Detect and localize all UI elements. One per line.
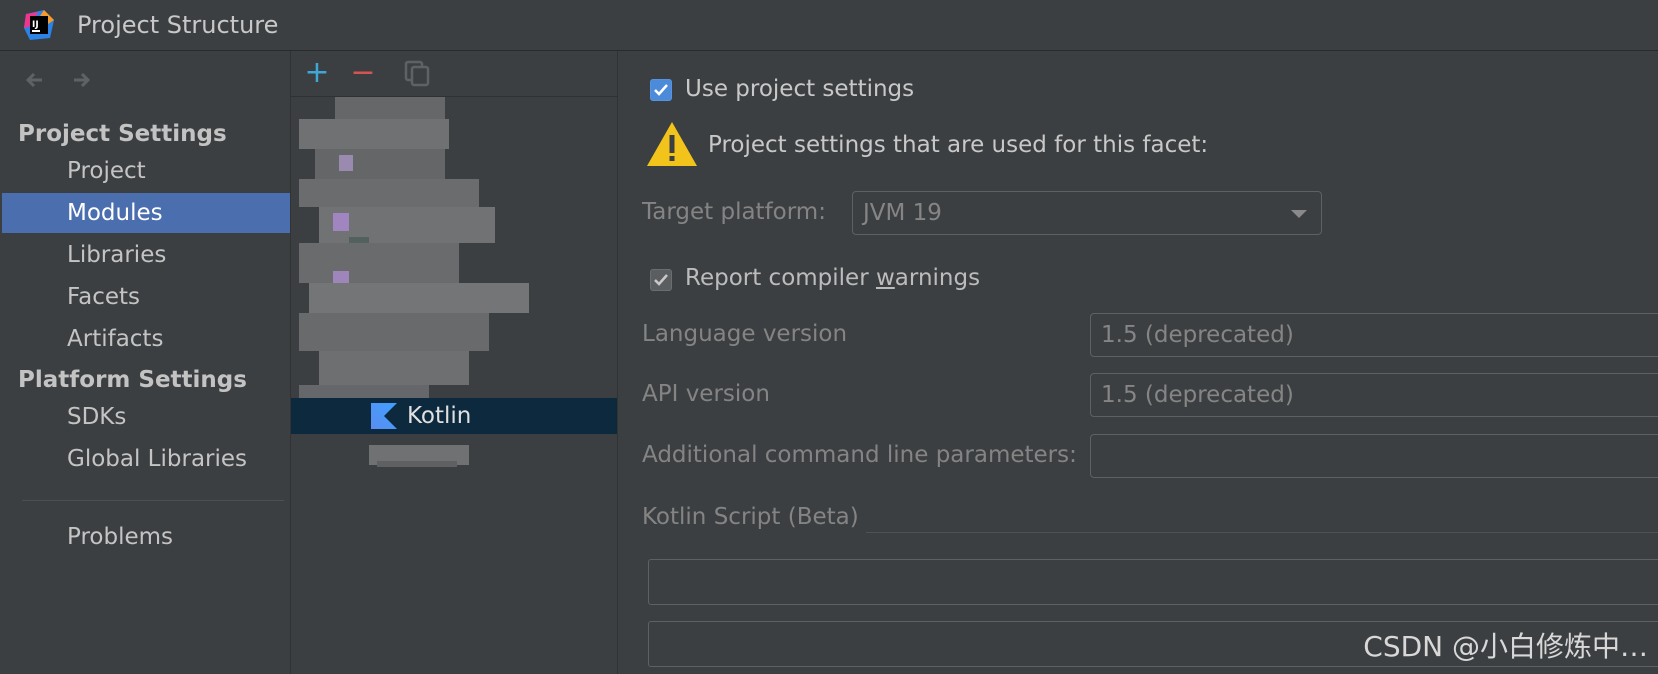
tree-toolbar: + − bbox=[291, 51, 617, 97]
language-version-value: 1.5 (deprecated) bbox=[1101, 322, 1294, 348]
kotlin-icon bbox=[371, 403, 397, 429]
section-header-project-settings: Project Settings bbox=[18, 121, 227, 147]
target-platform-select[interactable]: JVM 19 bbox=[852, 191, 1322, 235]
additional-params-label: Additional command line parameters: bbox=[642, 442, 1077, 468]
use-project-settings-checkbox[interactable] bbox=[650, 79, 672, 101]
warning-icon bbox=[647, 122, 697, 166]
settings-sidebar: Project Settings Project Modules Librari… bbox=[0, 51, 291, 674]
report-compiler-warnings-label[interactable]: Report compiler warnings bbox=[685, 263, 980, 293]
section-header-platform-settings: Platform Settings bbox=[18, 367, 247, 393]
check-icon bbox=[654, 84, 668, 96]
sidebar-item-modules[interactable]: Modules bbox=[2, 193, 290, 233]
sidebar-item-facets[interactable]: Facets bbox=[2, 277, 290, 317]
remove-button[interactable]: − bbox=[349, 58, 377, 88]
title-bar: IJ Project Structure bbox=[0, 0, 1658, 51]
use-project-settings-label[interactable]: Use project settings bbox=[685, 74, 914, 104]
forward-arrow-icon[interactable] bbox=[68, 67, 94, 93]
kotlin-facet-settings: Use project settings Project settings th… bbox=[618, 51, 1658, 674]
api-version-select[interactable]: 1.5 (deprecated) bbox=[1090, 373, 1658, 417]
module-tree-panel: + − Kotlin bbox=[291, 51, 618, 674]
project-structure-dialog: IJ Project Structure Project Settings Pr… bbox=[0, 0, 1658, 674]
tree-node-kotlin[interactable]: Kotlin bbox=[291, 398, 617, 434]
intellij-logo-icon: IJ bbox=[24, 10, 54, 40]
sidebar-item-project[interactable]: Project bbox=[2, 151, 290, 191]
csdn-watermark: CSDN @小白修炼中… bbox=[1363, 630, 1648, 663]
obscured-tree-node bbox=[369, 445, 469, 467]
kotlin-script-group-title: Kotlin Script (Beta) bbox=[642, 504, 859, 530]
target-platform-label: Target platform: bbox=[642, 199, 826, 225]
logo-text: IJ bbox=[32, 20, 39, 30]
sidebar-item-artifacts[interactable]: Artifacts bbox=[2, 319, 290, 359]
back-arrow-icon[interactable] bbox=[22, 67, 48, 93]
additional-params-input[interactable] bbox=[1090, 434, 1658, 478]
sidebar-divider bbox=[22, 500, 284, 501]
api-version-label: API version bbox=[642, 381, 770, 407]
language-version-label: Language version bbox=[642, 321, 848, 347]
window-title: Project Structure bbox=[77, 11, 279, 39]
report-compiler-warnings-checkbox[interactable] bbox=[650, 269, 672, 291]
sidebar-item-libraries[interactable]: Libraries bbox=[2, 235, 290, 275]
kotlin-script-field-1[interactable] bbox=[648, 559, 1658, 605]
report-warnings-text-post: arnings bbox=[894, 265, 981, 291]
sidebar-item-sdks[interactable]: SDKs bbox=[2, 397, 290, 437]
report-warnings-mnemonic: w bbox=[875, 265, 895, 291]
target-platform-value: JVM 19 bbox=[863, 200, 942, 226]
sidebar-item-problems[interactable]: Problems bbox=[2, 517, 290, 557]
kotlin-script-group-separator bbox=[866, 532, 1658, 533]
api-version-value: 1.5 (deprecated) bbox=[1101, 382, 1294, 408]
sidebar-item-global-libraries[interactable]: Global Libraries bbox=[2, 439, 290, 479]
chevron-down-icon bbox=[1291, 210, 1307, 218]
report-warnings-text-pre: Report compiler bbox=[685, 265, 876, 291]
add-button[interactable]: + bbox=[303, 58, 331, 88]
obscured-module-tree bbox=[299, 97, 529, 431]
language-version-select[interactable]: 1.5 (deprecated) bbox=[1090, 313, 1658, 357]
check-icon bbox=[654, 274, 668, 286]
tree-node-kotlin-label: Kotlin bbox=[407, 403, 472, 429]
copy-icon[interactable] bbox=[403, 59, 431, 87]
warning-message: Project settings that are used for this … bbox=[708, 132, 1209, 158]
